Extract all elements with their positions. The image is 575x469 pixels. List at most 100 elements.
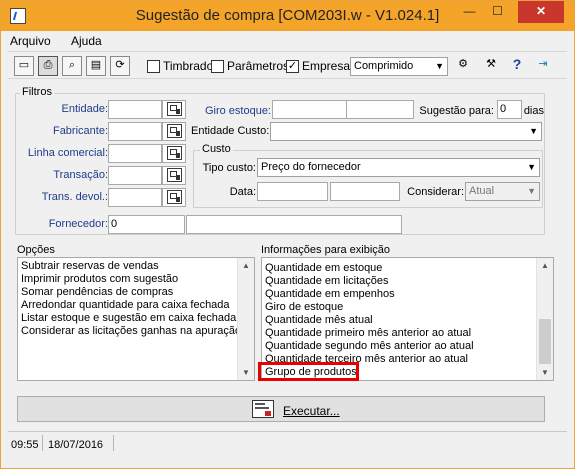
fabricante-lookup-box[interactable]	[162, 122, 186, 141]
fabricante-field[interactable]	[108, 122, 162, 141]
close-button[interactable]: ✕	[518, 1, 564, 23]
info-item[interactable]: Quantidade em empenhos	[265, 288, 395, 300]
lookup-icon	[167, 190, 182, 204]
scroll-down-icon[interactable]: ▼	[242, 368, 250, 377]
fornecedor-name-field	[186, 215, 402, 234]
status-date: 18/07/2016	[48, 439, 104, 451]
print-preview-button[interactable]: ⌕	[62, 56, 82, 76]
entidade-custo-select[interactable]: ▼	[270, 122, 542, 141]
scroll-down-icon[interactable]: ▼	[541, 368, 549, 377]
sugestao-field[interactable]: 0	[497, 100, 522, 119]
lookup-icon	[167, 124, 182, 138]
info-item[interactable]: Quantidade em estoque	[265, 262, 382, 274]
opcao-item[interactable]: Listar estoque e sugestão em caixa fecha…	[21, 312, 236, 324]
execute-icon	[252, 400, 274, 418]
chevron-down-icon: ▼	[527, 186, 536, 196]
opcao-item[interactable]: Subtrair reservas de vendas	[21, 260, 159, 272]
status-separator	[42, 435, 43, 451]
transacao-lookup-box[interactable]	[162, 166, 186, 185]
lookup-icon	[167, 102, 182, 116]
informacoes-scrollbar[interactable]: ▲ ▼	[536, 258, 553, 380]
opcoes-title: Opções	[17, 244, 55, 256]
tipo-custo-value: Preço do fornecedor	[261, 161, 361, 173]
scroll-thumb[interactable]	[539, 319, 551, 364]
parametros-label: Parâmetros	[227, 59, 290, 73]
data-to-field[interactable]	[330, 182, 400, 201]
parametros-checkbox[interactable]	[211, 60, 224, 73]
transacao-field[interactable]	[108, 166, 162, 185]
fornecedor-label: Fornecedor:	[48, 218, 108, 230]
custo-title: Custo	[200, 143, 233, 155]
entidade-custo-label: Entidade Custo:	[191, 125, 270, 137]
help-icon: ?	[512, 56, 522, 72]
trans-devol-field[interactable]	[108, 188, 162, 207]
scroll-up-icon[interactable]: ▲	[242, 261, 250, 270]
menu-bar: Arquivo Ajuda	[8, 31, 567, 50]
empresa-checkbox[interactable]: ✓	[286, 60, 299, 73]
linha-field[interactable]	[108, 144, 162, 163]
lookup-icon	[167, 168, 182, 182]
opcao-item[interactable]: Considerar as licitações ganhas na apura…	[21, 325, 241, 337]
export-button[interactable]: ▤	[86, 56, 106, 76]
tools-button[interactable]: ⚒	[482, 56, 502, 76]
status-separator	[113, 435, 114, 451]
client-area: Arquivo Ajuda ▭ ⎙ ⌕ ▤ ⟳ Timbrado Parâmet…	[8, 31, 567, 463]
screen-button[interactable]: ▭	[14, 56, 34, 76]
tipo-custo-label: Tipo custo:	[202, 162, 256, 174]
giro-to-field[interactable]	[346, 100, 414, 119]
filter-button[interactable]: ⚙	[454, 56, 474, 76]
opcao-item[interactable]: Imprimir produtos com sugestão	[21, 273, 178, 285]
info-item[interactable]: Quantidade em licitações	[265, 275, 389, 287]
fornecedor-field[interactable]: 0	[108, 215, 185, 234]
opcao-item[interactable]: Somar pendências de compras	[21, 286, 173, 298]
data-label: Data:	[229, 186, 256, 198]
help-button[interactable]: ?	[508, 56, 528, 76]
folder-icon: ▤	[90, 59, 102, 71]
info-item[interactable]: Giro de estoque	[265, 301, 343, 313]
maximize-button[interactable]: ☐	[484, 1, 511, 23]
opcoes-scrollbar[interactable]: ▲ ▼	[237, 258, 254, 380]
considerar-label: Considerar:	[407, 186, 464, 198]
scroll-up-icon[interactable]: ▲	[541, 261, 549, 270]
linha-label: Linha comercial:	[27, 147, 108, 159]
entidade-label: Entidade:	[61, 103, 108, 115]
info-item[interactable]: Quantidade segundo mês anterior ao atual	[265, 340, 474, 352]
info-item[interactable]: Quantidade primeiro mês anterior ao atua…	[265, 327, 471, 339]
trans-devol-lookup-box[interactable]	[162, 188, 186, 207]
tools-icon: ⚒	[486, 58, 496, 70]
empresa-label: Empresa	[302, 59, 351, 73]
transacao-label: Transação:	[53, 169, 108, 181]
exit-icon: ⇥	[538, 58, 548, 70]
app-window: Sugestão de compra [COM203I.w - V1.024.1…	[0, 0, 575, 469]
considerar-value: Atual	[469, 185, 495, 197]
fabricante-label: Fabricante:	[52, 125, 108, 137]
print-button[interactable]: ⎙	[38, 56, 58, 76]
minimize-button[interactable]: —	[456, 1, 483, 23]
format-select[interactable]: Comprimido ▼	[350, 57, 448, 76]
printer-icon: ⎙	[43, 59, 53, 71]
monitor-icon: ▭	[18, 59, 30, 71]
menu-ajuda[interactable]: Ajuda	[71, 34, 102, 48]
sugestao-label: Sugestão para:	[419, 105, 494, 117]
lookup-icon	[167, 146, 182, 160]
entidade-field[interactable]	[108, 100, 162, 119]
exit-button[interactable]: ⇥	[534, 56, 554, 76]
entidade-lookup-box[interactable]	[162, 100, 186, 119]
print-preview-icon: ⌕	[68, 59, 76, 71]
chevron-down-icon: ▼	[529, 126, 538, 136]
considerar-select[interactable]: Atual ▼	[465, 182, 540, 201]
timbrado-checkbox[interactable]	[147, 60, 160, 73]
info-item[interactable]: Quantidade mês atual	[265, 314, 373, 326]
title-bar[interactable]: Sugestão de compra [COM203I.w - V1.024.1…	[1, 1, 574, 31]
tipo-custo-select[interactable]: Preço do fornecedor ▼	[257, 158, 540, 177]
executar-button[interactable]: Executar...	[17, 396, 545, 422]
menu-arquivo[interactable]: Arquivo	[10, 34, 51, 48]
refresh-button[interactable]: ⟳	[110, 56, 130, 76]
linha-lookup-box[interactable]	[162, 144, 186, 163]
opcao-item[interactable]: Arredondar quantidade para caixa fechada	[21, 299, 230, 311]
giro-from-field[interactable]	[272, 100, 347, 119]
opcoes-listbox[interactable]: Subtrair reservas de vendas Imprimir pro…	[17, 257, 255, 381]
status-time: 09:55	[11, 439, 39, 451]
data-from-field[interactable]	[257, 182, 328, 201]
informacoes-title: Informações para exibição	[261, 244, 391, 256]
